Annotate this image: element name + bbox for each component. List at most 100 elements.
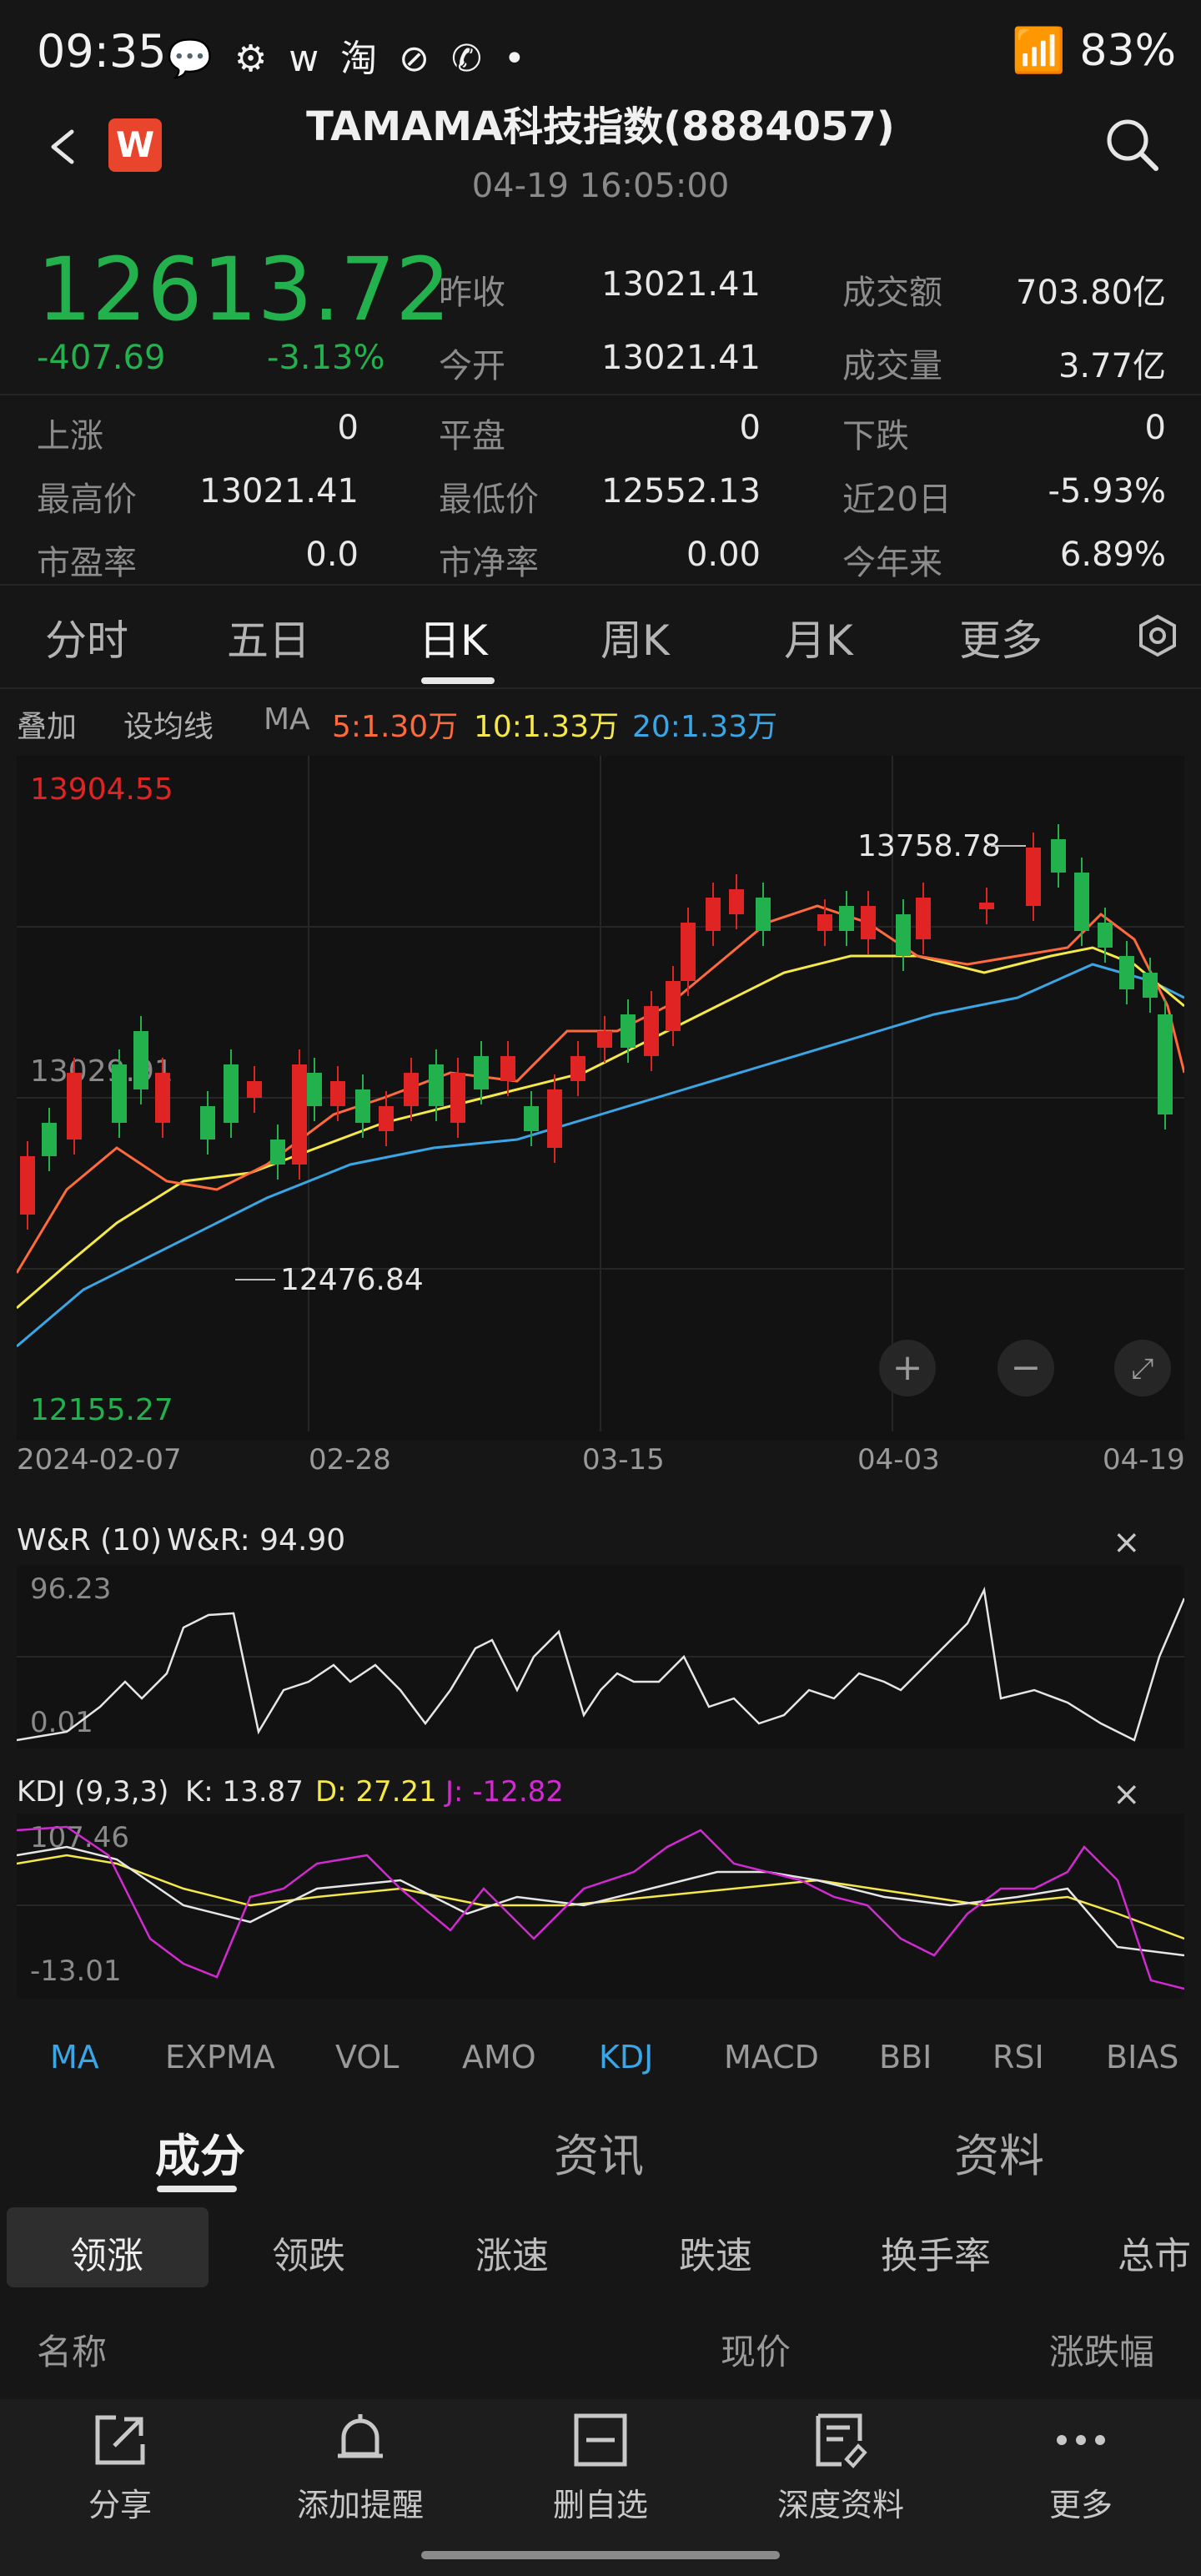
candle bbox=[1098, 923, 1113, 948]
tab-news[interactable]: 资讯 bbox=[554, 2119, 644, 2185]
y-axis-mid: 13029.91 bbox=[30, 1054, 173, 1089]
ind-tab-ma[interactable]: MA bbox=[50, 2039, 99, 2075]
ma10-value: 10:1.33万 bbox=[474, 710, 620, 744]
current-price: 12613.72 bbox=[37, 239, 451, 340]
candle bbox=[597, 1031, 612, 1048]
remove-watchlist-icon bbox=[574, 2413, 627, 2467]
kdj-title: KDJ (9,3,3) bbox=[17, 1775, 169, 1809]
page-title: TAMAMA科技指数(8884057) bbox=[306, 103, 895, 150]
more-label: 更多 bbox=[1048, 2487, 1113, 2523]
ind-tab-rsi[interactable]: RSI bbox=[992, 2039, 1044, 2075]
ind-tab-amo[interactable]: AMO bbox=[462, 2039, 536, 2075]
candle bbox=[1158, 1014, 1173, 1114]
stat-value: 0 bbox=[1144, 409, 1166, 447]
candle bbox=[861, 906, 876, 939]
divider bbox=[0, 687, 1201, 689]
zoom-out-icon[interactable]: − bbox=[1011, 1346, 1042, 1389]
candle bbox=[1143, 973, 1158, 998]
kdj-k: K: 13.87 bbox=[185, 1775, 304, 1809]
candle bbox=[500, 1056, 515, 1081]
ind-tab-vol[interactable]: VOL bbox=[335, 2039, 399, 2075]
date-axis-label: 04-03 bbox=[857, 1443, 940, 1477]
ind-tab-bias[interactable]: BIAS bbox=[1106, 2039, 1178, 2075]
tab-intraday[interactable]: 分时 bbox=[45, 607, 128, 667]
column-price[interactable]: 现价 bbox=[721, 2324, 791, 2375]
candle bbox=[133, 1031, 148, 1089]
deep-data-button[interactable]: 深度资料 bbox=[749, 2411, 932, 2525]
date-axis-label: 2024-02-07 bbox=[17, 1443, 182, 1477]
chart-settings-icon[interactable] bbox=[1136, 614, 1179, 657]
ind-tab-bbi[interactable]: BBI bbox=[879, 2039, 932, 2075]
tab-profile[interactable]: 资料 bbox=[954, 2119, 1044, 2185]
stat-label: 成交量 bbox=[842, 347, 942, 385]
sub-tab-fall-speed[interactable]: 跌速 bbox=[679, 2226, 752, 2279]
battery-level: 📶 83% bbox=[1012, 26, 1176, 76]
status-time: 09:35 bbox=[37, 25, 167, 78]
date-axis-label: 03-15 bbox=[582, 1443, 665, 1477]
price-change-pct: -3.13% bbox=[267, 339, 385, 377]
overlay-button[interactable]: 叠加 bbox=[17, 702, 77, 746]
candle bbox=[429, 1064, 444, 1106]
home-indicator[interactable] bbox=[421, 2551, 780, 2559]
candle bbox=[155, 1073, 170, 1123]
sub-tab-turnover[interactable]: 换手率 bbox=[881, 2226, 991, 2279]
add-alert-button[interactable]: 添加提醒 bbox=[269, 2411, 452, 2525]
candle bbox=[1119, 956, 1134, 989]
candle bbox=[20, 1156, 35, 1215]
tab-five-day[interactable]: 五日 bbox=[227, 607, 310, 667]
candle bbox=[270, 1140, 285, 1165]
wr-axis-top: 96.23 bbox=[30, 1572, 111, 1606]
search-icon[interactable] bbox=[1103, 115, 1161, 174]
price-change: -407.69 bbox=[37, 339, 166, 377]
candle bbox=[706, 898, 721, 931]
tab-constituents[interactable]: 成分 bbox=[155, 2119, 245, 2185]
tab-daily-k[interactable]: 日K bbox=[419, 607, 488, 667]
ma20-value: 20:1.33万 bbox=[632, 710, 778, 744]
candlestick-chart[interactable]: 13904.55 13029.91 12155.27 13758.78 1247… bbox=[17, 756, 1184, 1440]
date-axis-label: 04-19 bbox=[1103, 1443, 1185, 1477]
sub-tab-rise-speed[interactable]: 涨速 bbox=[475, 2226, 549, 2279]
sub-tab-top-gainers[interactable]: 领涨 bbox=[70, 2226, 143, 2279]
stat-label: 昨收 bbox=[439, 274, 505, 312]
stat-value: 13021.41 bbox=[601, 265, 761, 304]
share-icon bbox=[95, 2415, 145, 2465]
ind-tab-macd[interactable]: MACD bbox=[724, 2039, 819, 2075]
ind-tab-expma[interactable]: EXPMA bbox=[165, 2039, 275, 2075]
ind-tab-kdj[interactable]: KDJ bbox=[599, 2039, 653, 2075]
fullscreen-icon[interactable]: ⤢ bbox=[1131, 1352, 1153, 1386]
stat-value: 0.00 bbox=[686, 536, 761, 574]
zoom-in-icon[interactable]: + bbox=[892, 1346, 923, 1389]
kdj-chart: 107.46 -13.01 bbox=[17, 1814, 1184, 1999]
more-button[interactable]: 更多 bbox=[989, 2411, 1173, 2525]
tab-more[interactable]: 更多 bbox=[959, 607, 1043, 667]
candle bbox=[450, 1073, 465, 1123]
candle bbox=[224, 1064, 239, 1123]
remove-watchlist-button[interactable]: 删自选 bbox=[509, 2411, 692, 2525]
ma-label: MA bbox=[264, 702, 310, 737]
high-marker: 13758.78 bbox=[857, 829, 1001, 863]
sub-tab-top-losers[interactable]: 领跌 bbox=[272, 2226, 345, 2279]
report-icon bbox=[816, 2413, 867, 2468]
tab-monthly-k[interactable]: 月K bbox=[784, 607, 853, 667]
notification-icons: 💬 ⚙ w 淘 ⊘ ✆ • bbox=[167, 38, 530, 80]
candle bbox=[247, 1081, 262, 1098]
sub-tab-market-cap[interactable]: 总市 bbox=[1118, 2226, 1191, 2279]
column-change[interactable]: 涨跌幅 bbox=[1049, 2324, 1154, 2375]
more-icon bbox=[1057, 2435, 1105, 2445]
tab-weekly-k[interactable]: 周K bbox=[600, 607, 670, 667]
stat-value: 6.89% bbox=[1059, 536, 1166, 574]
share-button[interactable]: 分享 bbox=[28, 2411, 212, 2525]
stat-label: 近20日 bbox=[842, 480, 952, 519]
share-label: 分享 bbox=[88, 2487, 152, 2523]
wr-axis-bottom: 0.01 bbox=[30, 1706, 93, 1739]
kdj-d: D: 27.21 bbox=[315, 1775, 437, 1809]
candle bbox=[42, 1123, 57, 1156]
close-icon[interactable]: × bbox=[1113, 1775, 1141, 1814]
stat-value: 703.80亿 bbox=[1016, 274, 1166, 312]
set-ma-button[interactable]: 设均线 bbox=[123, 702, 214, 746]
candle bbox=[570, 1056, 585, 1081]
close-icon[interactable]: × bbox=[1113, 1523, 1141, 1562]
candle bbox=[916, 898, 931, 939]
candle bbox=[379, 1106, 394, 1131]
stat-value: 13021.41 bbox=[601, 339, 761, 377]
